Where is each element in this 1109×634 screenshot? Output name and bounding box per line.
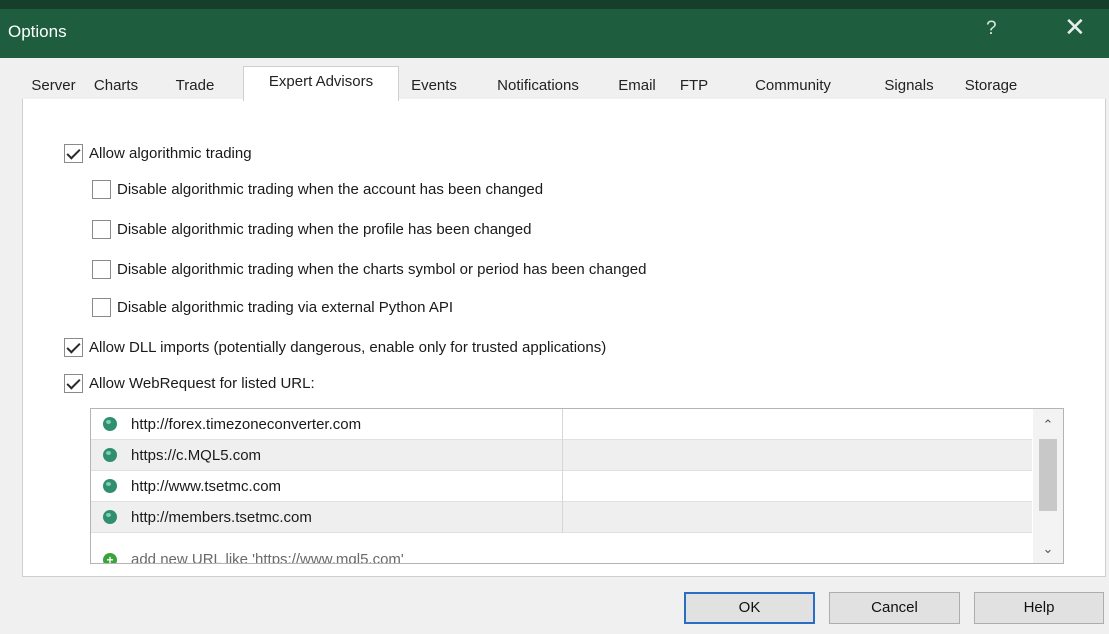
url-text: https://c.MQL5.com xyxy=(131,446,262,464)
allow-dll-imports-option[interactable]: Allow DLL imports (potentially dangerous… xyxy=(64,336,606,358)
url-list-scrollbar[interactable]: ⌃ ⌄ xyxy=(1033,409,1063,563)
disable-on-symbol-change-label: Disable algorithmic trading when the cha… xyxy=(117,260,647,278)
scroll-down-icon[interactable]: ⌄ xyxy=(1033,537,1063,561)
disable-on-profile-change-option[interactable]: Disable algorithmic trading when the pro… xyxy=(92,218,531,240)
globe-icon xyxy=(103,417,117,431)
ok-button[interactable]: OK xyxy=(684,592,815,624)
help-button[interactable]: Help xyxy=(974,592,1104,624)
disable-on-profile-change-label: Disable algorithmic trading when the pro… xyxy=(117,220,532,238)
allow-webrequest-label: Allow WebRequest for listed URL: xyxy=(89,374,315,392)
tab-events[interactable]: Events xyxy=(399,72,469,100)
url-list-item[interactable]: http://www.tsetmc.com xyxy=(91,471,1032,502)
globe-icon xyxy=(103,510,117,524)
disable-python-api-label: Disable algorithmic trading via external… xyxy=(117,298,454,316)
tab-charts[interactable]: Charts xyxy=(85,72,147,100)
close-icon[interactable]: ✕ xyxy=(1064,12,1086,42)
webrequest-url-list[interactable]: http://forex.timezoneconverter.com https… xyxy=(90,408,1064,564)
globe-icon xyxy=(103,448,117,462)
url-list-item[interactable]: https://c.MQL5.com xyxy=(91,440,1032,471)
tab-signals[interactable]: Signals xyxy=(865,72,953,100)
scrollbar-thumb[interactable] xyxy=(1039,439,1057,511)
url-text: http://members.tsetmc.com xyxy=(131,508,312,526)
tab-expert-advisors[interactable]: Expert Advisors xyxy=(243,66,399,101)
dialog-title: Options xyxy=(8,22,67,41)
options-dialog: Options ? ✕ Server Charts Trade Expert A… xyxy=(0,0,1109,634)
cancel-button[interactable]: Cancel xyxy=(829,592,960,624)
column-divider xyxy=(562,502,563,533)
allow-algo-trading-label: Allow algorithmic trading xyxy=(89,144,252,162)
tab-server[interactable]: Server xyxy=(22,72,85,100)
tab-community[interactable]: Community xyxy=(721,72,865,100)
url-text: http://www.tsetmc.com xyxy=(131,477,282,495)
tab-ftp[interactable]: FTP xyxy=(667,72,721,100)
column-divider xyxy=(562,440,563,471)
disable-on-profile-change-checkbox[interactable] xyxy=(92,219,111,239)
column-divider xyxy=(562,471,563,502)
add-icon: + xyxy=(103,552,117,563)
title-bar: Options ? ✕ xyxy=(0,0,1109,58)
disable-on-symbol-change-checkbox[interactable] xyxy=(92,259,111,279)
allow-dll-imports-label: Allow DLL imports (potentially dangerous… xyxy=(89,338,607,356)
allow-algo-trading-checkbox[interactable] xyxy=(64,143,83,163)
column-divider xyxy=(562,409,563,440)
allow-webrequest-checkbox[interactable] xyxy=(64,373,83,393)
allow-webrequest-option[interactable]: Allow WebRequest for listed URL: xyxy=(64,372,315,394)
url-list-item[interactable]: http://members.tsetmc.com xyxy=(91,502,1032,533)
disable-on-account-change-option[interactable]: Disable algorithmic trading when the acc… xyxy=(92,178,543,200)
tab-storage[interactable]: Storage xyxy=(953,72,1029,100)
add-url-row[interactable]: + add new URL like 'https://www.mql5.com… xyxy=(91,544,1032,564)
tab-notifications[interactable]: Notifications xyxy=(469,72,607,100)
disable-on-account-change-label: Disable algorithmic trading when the acc… xyxy=(117,180,544,198)
add-url-placeholder: add new URL like 'https://www.mql5.com' xyxy=(131,551,404,564)
disable-python-api-checkbox[interactable] xyxy=(92,297,111,317)
window-top-strip xyxy=(0,0,1109,9)
url-text: http://forex.timezoneconverter.com xyxy=(131,415,362,433)
disable-on-symbol-change-option[interactable]: Disable algorithmic trading when the cha… xyxy=(92,258,646,280)
tab-trade[interactable]: Trade xyxy=(147,72,243,100)
allow-dll-imports-checkbox[interactable] xyxy=(64,337,83,357)
tab-strip: Server Charts Trade Expert Advisors Even… xyxy=(22,66,1102,101)
help-icon[interactable]: ? xyxy=(986,18,997,40)
scroll-up-icon[interactable]: ⌃ xyxy=(1033,413,1063,437)
globe-icon xyxy=(103,479,117,493)
url-list-item[interactable]: http://forex.timezoneconverter.com xyxy=(91,409,1032,440)
allow-algo-trading-option[interactable]: Allow algorithmic trading xyxy=(64,142,252,164)
disable-python-api-option[interactable]: Disable algorithmic trading via external… xyxy=(92,296,453,318)
disable-on-account-change-checkbox[interactable] xyxy=(92,179,111,199)
tab-email[interactable]: Email xyxy=(607,72,667,100)
